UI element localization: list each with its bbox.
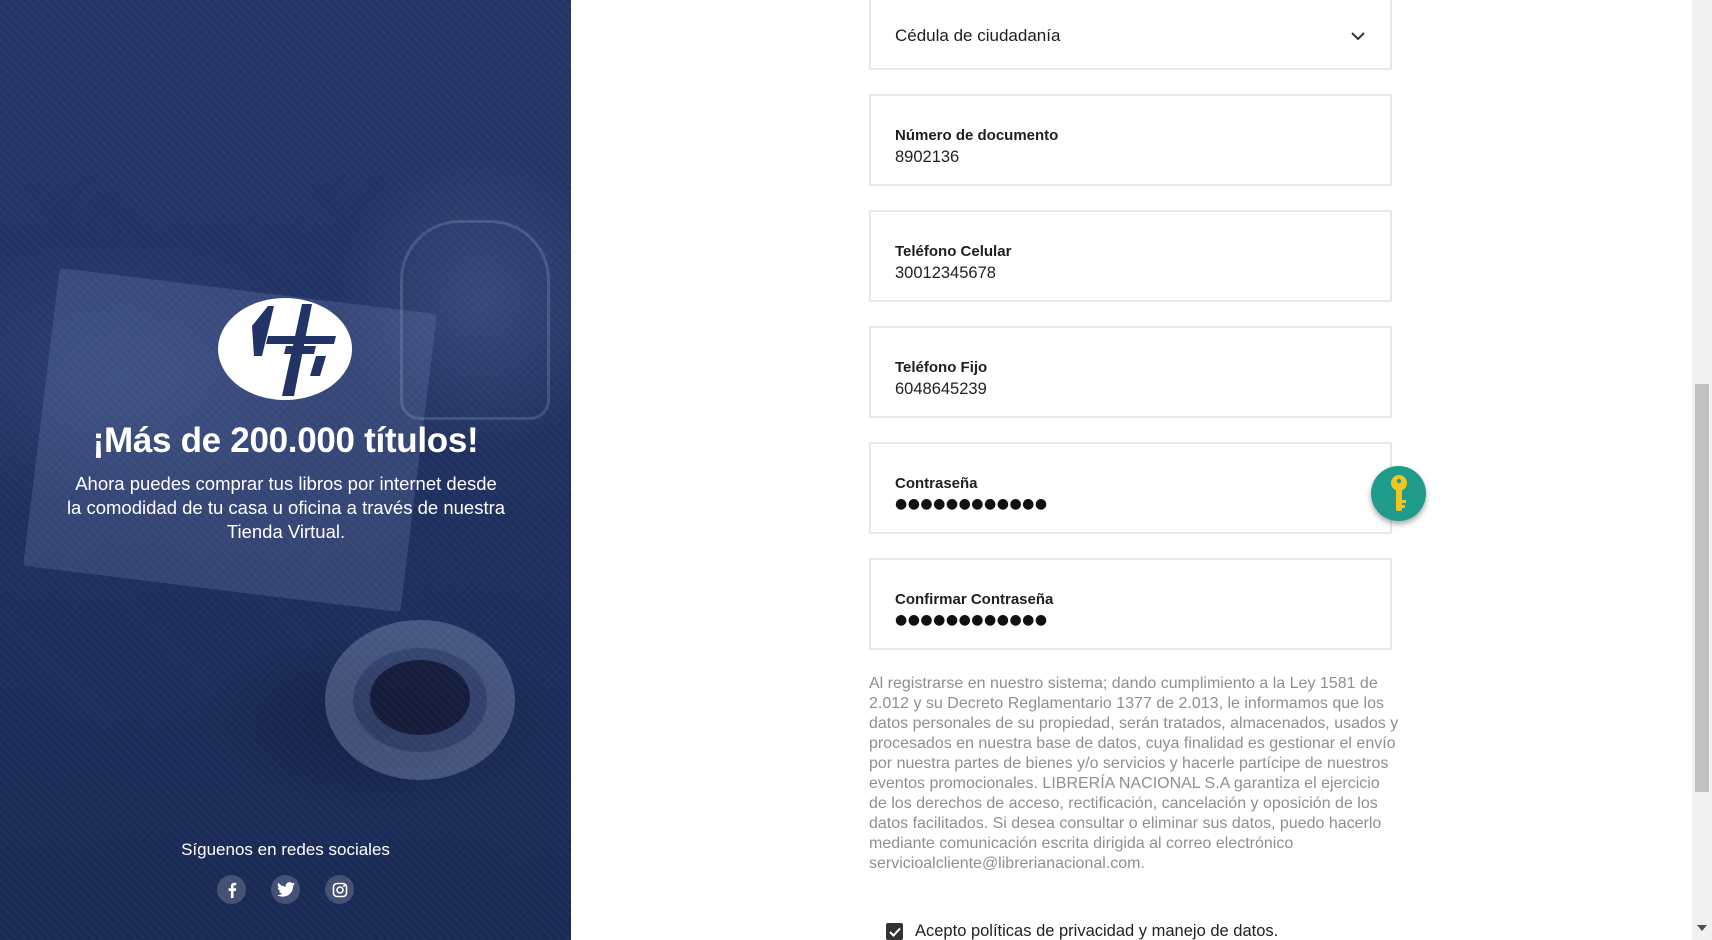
social-links xyxy=(217,875,354,904)
scroll-down-arrow-icon[interactable] xyxy=(1697,925,1707,931)
scrollbar-thumb[interactable] xyxy=(1695,384,1709,792)
confirm-password-input[interactable]: ●●●●●●●●●●●● xyxy=(895,612,1048,628)
brand-logo-icon xyxy=(218,298,353,400)
landline-phone-label: Teléfono Fijo xyxy=(895,359,988,376)
twitter-icon[interactable] xyxy=(271,875,300,904)
password-manager-key-button[interactable] xyxy=(1371,466,1426,521)
background-texture xyxy=(0,0,571,940)
social-title: Síguenos en redes sociales xyxy=(181,840,390,859)
checkmark-icon xyxy=(888,927,901,937)
page-scrollbar[interactable] xyxy=(1692,0,1712,940)
document-number-input[interactable]: 8902136 xyxy=(895,148,1365,167)
mobile-phone-input[interactable]: 30012345678 xyxy=(895,264,1365,283)
document-type-select[interactable]: Cédula de ciudadanía xyxy=(869,0,1392,70)
document-number-label: Número de documento xyxy=(895,127,1059,144)
confirm-password-field[interactable]: Confirmar Contraseña ●●●●●●●●●●●● xyxy=(869,558,1392,650)
password-label: Contraseña xyxy=(895,475,978,492)
password-input[interactable]: ●●●●●●●●●●●● xyxy=(895,496,1048,512)
password-field[interactable]: Contraseña ●●●●●●●●●●●● xyxy=(869,442,1392,534)
landline-phone-input[interactable]: 6048645239 xyxy=(895,380,1365,399)
confirm-password-label: Confirmar Contraseña xyxy=(895,591,1054,608)
privacy-consent-checkbox[interactable] xyxy=(886,923,903,940)
privacy-consent[interactable]: Acepto políticas de privacidad y manejo … xyxy=(886,922,1278,940)
landline-phone-field[interactable]: Teléfono Fijo 6048645239 xyxy=(869,326,1392,418)
mobile-phone-label: Teléfono Celular xyxy=(895,243,1012,260)
key-icon xyxy=(1390,474,1407,511)
privacy-consent-label: Acepto políticas de privacidad y manejo … xyxy=(915,922,1279,940)
facebook-icon[interactable] xyxy=(217,875,246,904)
document-type-value: Cédula de ciudadanía xyxy=(895,26,1061,45)
instagram-icon[interactable] xyxy=(325,875,354,904)
chevron-down-icon xyxy=(1351,32,1365,41)
mobile-phone-field[interactable]: Teléfono Celular 30012345678 xyxy=(869,210,1392,302)
document-number-field[interactable]: Número de documento 8902136 xyxy=(869,94,1392,186)
promo-panel: ¡Más de 200.000 títulos! Ahora puedes co… xyxy=(0,0,571,940)
promo-headline: ¡Más de 200.000 títulos! xyxy=(92,421,479,460)
privacy-legal-text: Al registrarse en nuestro sistema; dando… xyxy=(869,675,1399,872)
promo-description: Ahora puedes comprar tus libros por inte… xyxy=(66,473,506,542)
